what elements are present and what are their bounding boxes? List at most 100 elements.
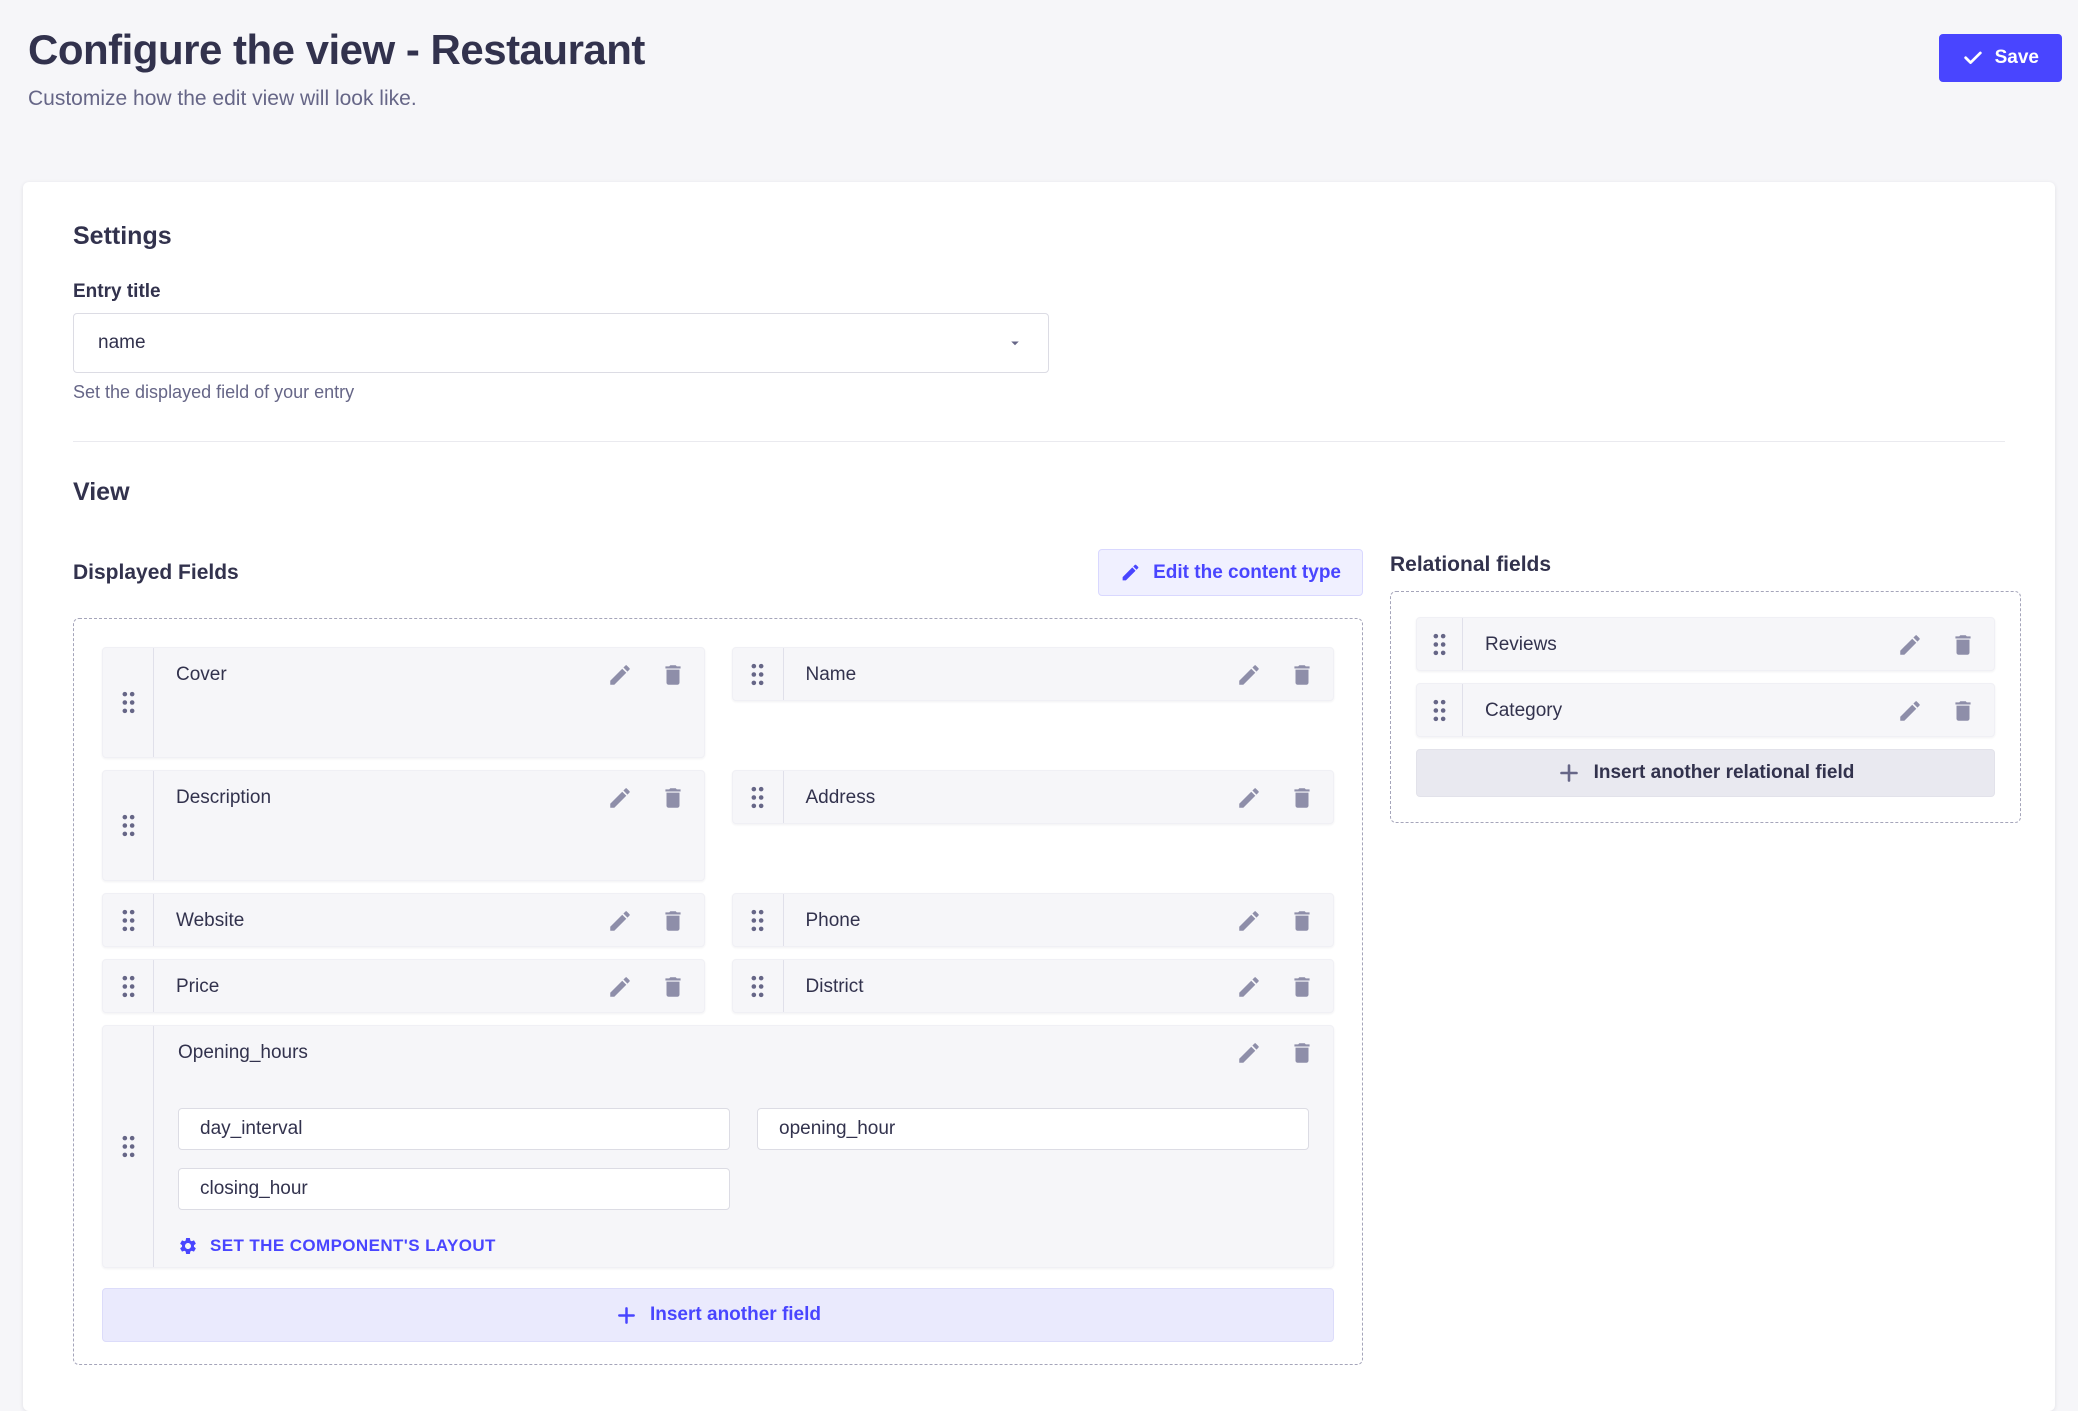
- save-button-label: Save: [1995, 47, 2039, 69]
- pencil-icon: [607, 908, 633, 934]
- drag-handle[interactable]: [103, 960, 154, 1012]
- page-title: Configure the view - Restaurant: [28, 26, 645, 74]
- drag-handle-icon: [750, 786, 765, 809]
- drag-handle[interactable]: [103, 1026, 154, 1267]
- displayed-fields-column: Displayed Fields Edit the content type: [73, 549, 1363, 1365]
- insert-another-field-button[interactable]: Insert another field: [102, 1288, 1334, 1342]
- field-label: District: [806, 976, 1237, 998]
- field-card-opening-hours: Opening_hours day_interval opening_hour …: [102, 1025, 1334, 1268]
- trash-icon: [660, 785, 686, 811]
- field-card-phone: Phone: [732, 893, 1335, 947]
- trash-icon: [1950, 698, 1976, 724]
- component-label: Opening_hours: [178, 1042, 1236, 1064]
- trash-icon: [1289, 974, 1315, 1000]
- relational-fields-dropzone: Reviews Category: [1390, 591, 2021, 823]
- delete-field-button[interactable]: [660, 908, 686, 934]
- component-field-day-interval[interactable]: day_interval: [178, 1108, 730, 1150]
- insert-another-relational-field-label: Insert another relational field: [1594, 762, 1855, 784]
- pencil-icon: [1236, 662, 1262, 688]
- save-button[interactable]: Save: [1939, 34, 2062, 82]
- delete-field-button[interactable]: [1950, 632, 1976, 658]
- drag-handle-icon: [750, 663, 765, 686]
- edit-content-type-button[interactable]: Edit the content type: [1098, 549, 1363, 596]
- page-header: Configure the view - Restaurant Customiz…: [0, 0, 2078, 114]
- pencil-icon: [1120, 562, 1141, 583]
- field-card-website: Website: [102, 893, 705, 947]
- drag-handle-icon: [750, 909, 765, 932]
- edit-field-button[interactable]: [1236, 974, 1262, 1000]
- field-label: Website: [176, 910, 607, 932]
- edit-field-button[interactable]: [1236, 785, 1262, 811]
- drag-handle[interactable]: [103, 771, 154, 880]
- component-fields: day_interval opening_hour closing_hour: [154, 1080, 1333, 1210]
- delete-field-button[interactable]: [1950, 698, 1976, 724]
- displayed-fields-dropzone: Cover: [73, 618, 1363, 1365]
- page-subtitle: Customize how the edit view will look li…: [28, 84, 645, 114]
- field-label: Price: [176, 976, 607, 998]
- pencil-icon: [607, 785, 633, 811]
- insert-another-relational-field-button[interactable]: Insert another relational field: [1416, 749, 1995, 797]
- drag-handle[interactable]: [733, 894, 784, 946]
- edit-field-button[interactable]: [607, 662, 633, 688]
- delete-field-button[interactable]: [660, 785, 686, 811]
- gear-icon: [178, 1236, 198, 1256]
- plus-icon: [615, 1304, 638, 1327]
- field-card-cover: Cover: [102, 647, 705, 758]
- edit-field-button[interactable]: [607, 908, 633, 934]
- drag-handle-icon: [121, 814, 136, 837]
- trash-icon: [1289, 662, 1315, 688]
- relational-fields-column: Relational fields Reviews: [1390, 549, 2021, 823]
- entry-title-select[interactable]: name: [73, 313, 1049, 373]
- drag-handle[interactable]: [103, 894, 154, 946]
- drag-handle[interactable]: [733, 648, 784, 700]
- pencil-icon: [1236, 1040, 1262, 1066]
- edit-field-button[interactable]: [1236, 662, 1262, 688]
- component-field-closing-hour[interactable]: closing_hour: [178, 1168, 730, 1210]
- entry-title-hint: Set the displayed field of your entry: [73, 382, 2005, 403]
- delete-field-button[interactable]: [1289, 662, 1315, 688]
- relational-field-label: Category: [1485, 700, 1897, 722]
- trash-icon: [660, 974, 686, 1000]
- field-card-district: District: [732, 959, 1335, 1013]
- drag-handle[interactable]: [103, 648, 154, 757]
- delete-field-button[interactable]: [1289, 974, 1315, 1000]
- displayed-fields-header: Displayed Fields Edit the content type: [73, 549, 1363, 596]
- drag-handle[interactable]: [1417, 618, 1463, 670]
- pencil-icon: [1236, 785, 1262, 811]
- drag-handle-icon: [121, 909, 136, 932]
- drag-handle-icon: [121, 1135, 136, 1158]
- edit-content-type-label: Edit the content type: [1153, 562, 1341, 584]
- edit-field-button[interactable]: [1236, 1040, 1262, 1066]
- delete-field-button[interactable]: [660, 974, 686, 1000]
- displayed-fields-label: Displayed Fields: [73, 561, 239, 585]
- component-field-opening-hour[interactable]: opening_hour: [757, 1108, 1309, 1150]
- insert-another-field-label: Insert another field: [650, 1304, 821, 1326]
- settings-heading: Settings: [73, 222, 2005, 251]
- caret-down-icon: [1006, 334, 1024, 352]
- edit-field-button[interactable]: [1897, 698, 1923, 724]
- set-component-layout-link[interactable]: SET THE COMPONENT'S LAYOUT: [178, 1236, 1333, 1256]
- edit-field-button[interactable]: [607, 974, 633, 1000]
- configure-view-page: Configure the view - Restaurant Customiz…: [0, 0, 2078, 1398]
- delete-field-button[interactable]: [1289, 1040, 1315, 1066]
- trash-icon: [1289, 908, 1315, 934]
- delete-field-button[interactable]: [1289, 785, 1315, 811]
- view-columns: Displayed Fields Edit the content type: [73, 549, 2005, 1365]
- drag-handle-icon: [121, 975, 136, 998]
- delete-field-button[interactable]: [660, 662, 686, 688]
- drag-handle[interactable]: [1417, 684, 1463, 736]
- edit-field-button[interactable]: [1236, 908, 1262, 934]
- relational-field-label: Reviews: [1485, 634, 1897, 656]
- field-card-name: Name: [732, 647, 1335, 701]
- pencil-icon: [1897, 632, 1923, 658]
- relational-fields-heading: Relational fields: [1390, 553, 2021, 577]
- relational-card-category: Category: [1416, 683, 1995, 737]
- delete-field-button[interactable]: [1289, 908, 1315, 934]
- drag-handle[interactable]: [733, 771, 784, 823]
- edit-field-button[interactable]: [607, 785, 633, 811]
- page-header-text: Configure the view - Restaurant Customiz…: [28, 26, 645, 114]
- pencil-icon: [1897, 698, 1923, 724]
- edit-field-button[interactable]: [1897, 632, 1923, 658]
- drag-handle[interactable]: [733, 960, 784, 1012]
- entry-title-select-value: name: [98, 332, 146, 354]
